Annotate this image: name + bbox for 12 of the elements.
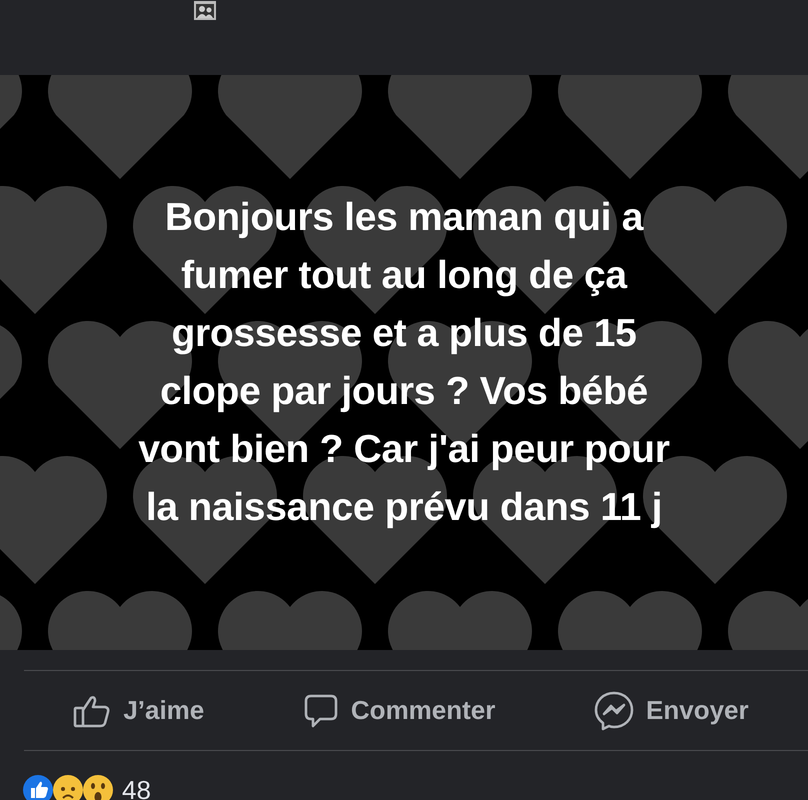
- send-button[interactable]: Envoyer: [586, 686, 757, 734]
- thumbs-up-icon: [73, 694, 112, 728]
- speech-bubble-icon: [302, 692, 339, 728]
- post-text: Bonjours les maman qui a fumer tout au long de ça grossesse et a plus de 15 clope par jours ? Vos bébé vont bien ? Car j'ai peur pour la naissance prévu dans 11 j: [138, 194, 670, 530]
- comment-button[interactable]: Commenter: [294, 688, 504, 732]
- like-button[interactable]: J’aime: [65, 690, 212, 732]
- messenger-icon: [594, 690, 634, 730]
- like-reaction-icon: [22, 774, 54, 800]
- reaction-count[interactable]: 48: [122, 774, 151, 800]
- group-icon[interactable]: [193, 0, 217, 21]
- sad-face-icon: [52, 774, 84, 800]
- surprised-face-icon: [82, 774, 114, 800]
